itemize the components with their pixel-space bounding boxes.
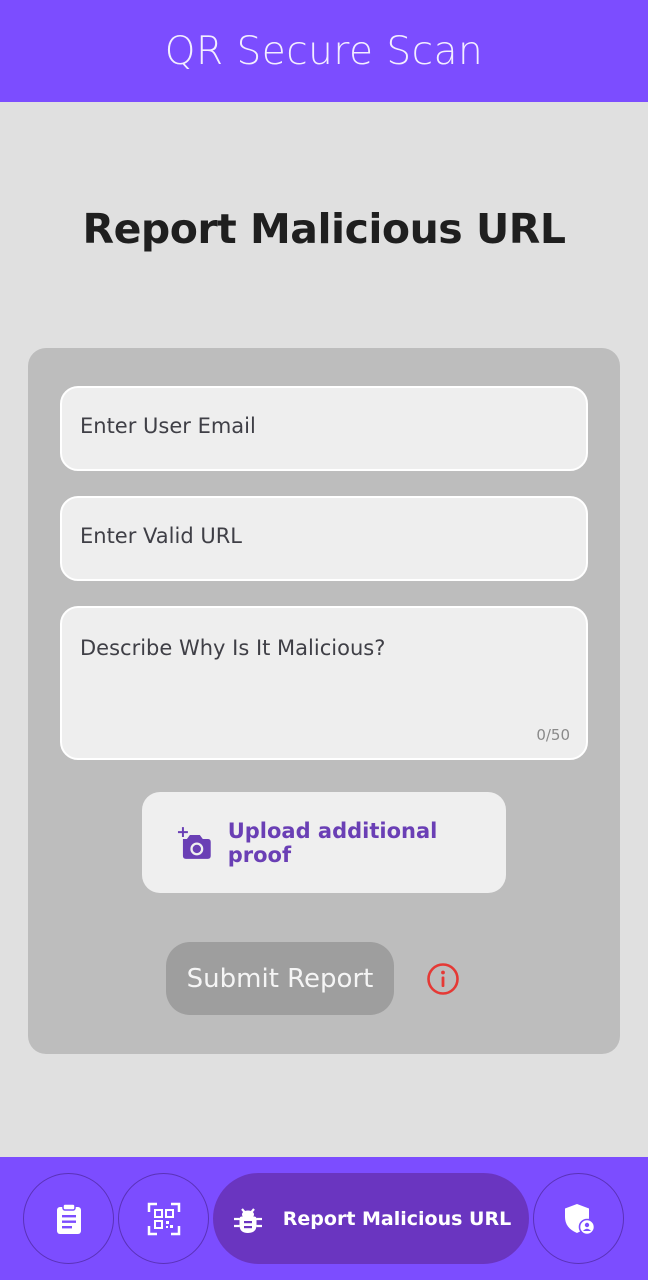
clipboard-icon <box>56 1202 81 1234</box>
nav-item-scan[interactable] <box>118 1173 209 1264</box>
upload-proof-button[interactable]: Upload additional proof <box>142 792 506 893</box>
app-title: QR Secure Scan <box>164 28 484 74</box>
app-bar: QR Secure Scan <box>0 0 648 102</box>
upload-proof-label: Upload additional proof <box>227 818 438 867</box>
bottom-navigation: Report Malicious URL <box>0 1157 648 1280</box>
description-field-placeholder: Describe Why Is It Malicious? <box>80 636 386 660</box>
qr-scan-icon <box>147 1202 180 1235</box>
add-photo-icon <box>177 826 211 859</box>
info-icon[interactable] <box>426 962 460 996</box>
submit-report-button[interactable]: Submit Report <box>166 942 394 1015</box>
nav-item-history[interactable] <box>23 1173 114 1264</box>
page-title: Report Malicious URL <box>82 205 566 253</box>
url-field-placeholder: Enter Valid URL <box>80 524 242 548</box>
shield-user-icon <box>564 1203 595 1235</box>
description-field[interactable]: Describe Why Is It Malicious? 0/50 <box>60 606 588 760</box>
submit-report-label: Submit Report <box>186 963 374 994</box>
character-counter: 0/50 <box>536 726 570 744</box>
bug-icon <box>233 1207 262 1233</box>
nav-item-account-security[interactable] <box>533 1173 624 1264</box>
nav-item-report[interactable]: Report Malicious URL <box>213 1173 529 1264</box>
nav-item-report-label: Report Malicious URL <box>282 1207 512 1230</box>
report-form-card: Enter User Email Enter Valid URL Describ… <box>28 348 620 1054</box>
email-field-placeholder: Enter User Email <box>80 414 256 438</box>
url-field[interactable]: Enter Valid URL <box>60 496 588 581</box>
email-field[interactable]: Enter User Email <box>60 386 588 471</box>
